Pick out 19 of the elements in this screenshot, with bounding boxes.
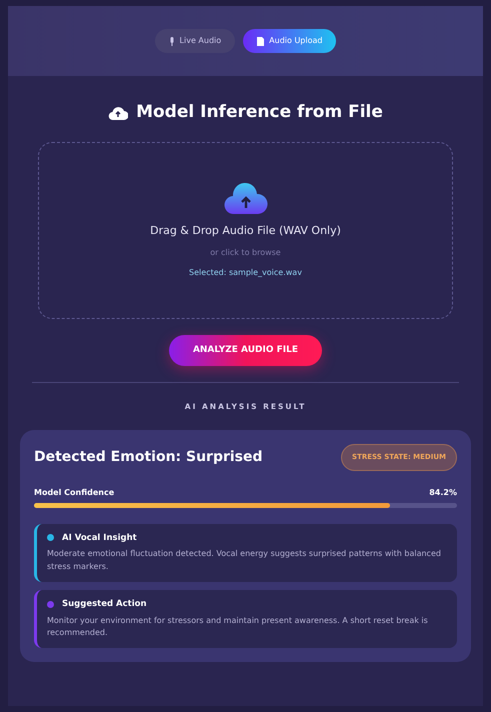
cloud-upload-icon <box>224 180 268 215</box>
analyze-button[interactable]: ANALYZE AUDIO FILE <box>168 334 322 366</box>
tab[interactable]: Audio Upload <box>243 29 336 53</box>
emotion-heading: Detected Emotion: Surprised <box>34 448 263 467</box>
section-title: Model Inference from File <box>136 101 383 124</box>
drop-zone[interactable]: Drag & Drop Audio File (WAV Only) or click to browse Selected: sample_voice.wav <box>38 142 453 318</box>
file-icon <box>257 36 264 46</box>
browse-hint: or click to browse <box>210 247 281 260</box>
insight-title: AI Vocal Insight <box>62 532 137 544</box>
microphone-icon <box>168 36 175 46</box>
selected-file-label: Selected: sample_voice.wav <box>189 267 302 280</box>
insight-text: Monitor your environment for stressors and maintain present awareness. A short reset break is recommended. <box>47 614 429 640</box>
confidence-value: 84.2% <box>429 486 457 498</box>
confidence-label: Model Confidence <box>34 486 114 498</box>
tab[interactable]: Live Audio <box>154 29 236 53</box>
cloud-upload-icon <box>108 104 128 121</box>
drop-zone-heading: Drag & Drop Audio File (WAV Only) <box>150 222 341 239</box>
insight-title: Suggested Action <box>62 598 147 611</box>
insight-text: Moderate emotional fluctuation detected. Vocal energy suggests surprised patterns with balanced stress markers. <box>47 548 442 574</box>
